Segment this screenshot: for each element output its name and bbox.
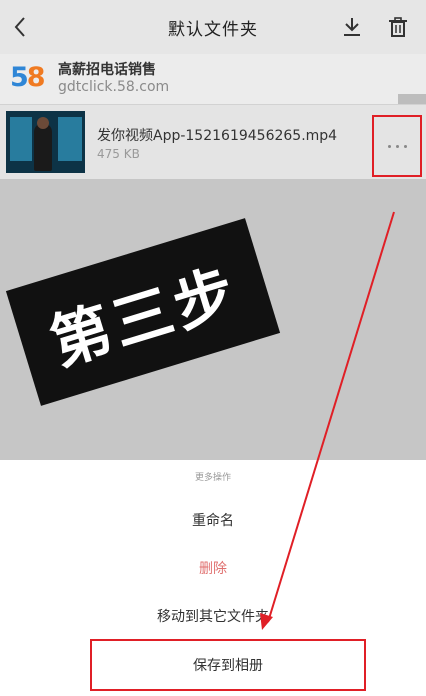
nav-bar: 默认文件夹 [0, 0, 426, 54]
thumbnail-person [34, 123, 52, 171]
download-icon[interactable] [338, 13, 366, 41]
back-chevron-icon[interactable] [6, 12, 34, 42]
move-to-folder-option[interactable]: 移动到其它文件夹 [0, 606, 426, 626]
page-title: 默认文件夹 [168, 19, 258, 40]
rename-option[interactable]: 重命名 [0, 510, 426, 530]
file-name: 发你视频App-1521619456265.mp4 [97, 128, 338, 144]
ad-banner[interactable]: 58 高薪招电话销售 gdtclick.58.com [0, 54, 426, 104]
action-sheet: 更多操作 重命名 删除 移动到其它文件夹 保存到相册 [0, 460, 426, 696]
thumbnail-screen-right [58, 117, 82, 161]
file-size: 475 KB [97, 147, 140, 161]
ad-url: gdtclick.58.com [58, 79, 170, 95]
file-list-item[interactable]: 发你视频App-1521619456265.mp4 475 KB [0, 104, 426, 180]
ad-tag [398, 94, 426, 104]
58-logo: 58 [10, 62, 46, 93]
action-sheet-title: 更多操作 [194, 473, 231, 483]
video-thumbnail [6, 111, 85, 173]
thumbnail-head [37, 117, 49, 129]
thumbnail-screen-left [10, 117, 32, 161]
delete-option[interactable]: 删除 [0, 558, 426, 578]
trash-icon[interactable] [384, 13, 412, 41]
more-dots-icon [387, 144, 407, 148]
ad-title: 高薪招电话销售 [58, 62, 156, 78]
more-options-button[interactable] [372, 115, 422, 177]
save-to-album-button[interactable]: 保存到相册 [90, 639, 366, 691]
